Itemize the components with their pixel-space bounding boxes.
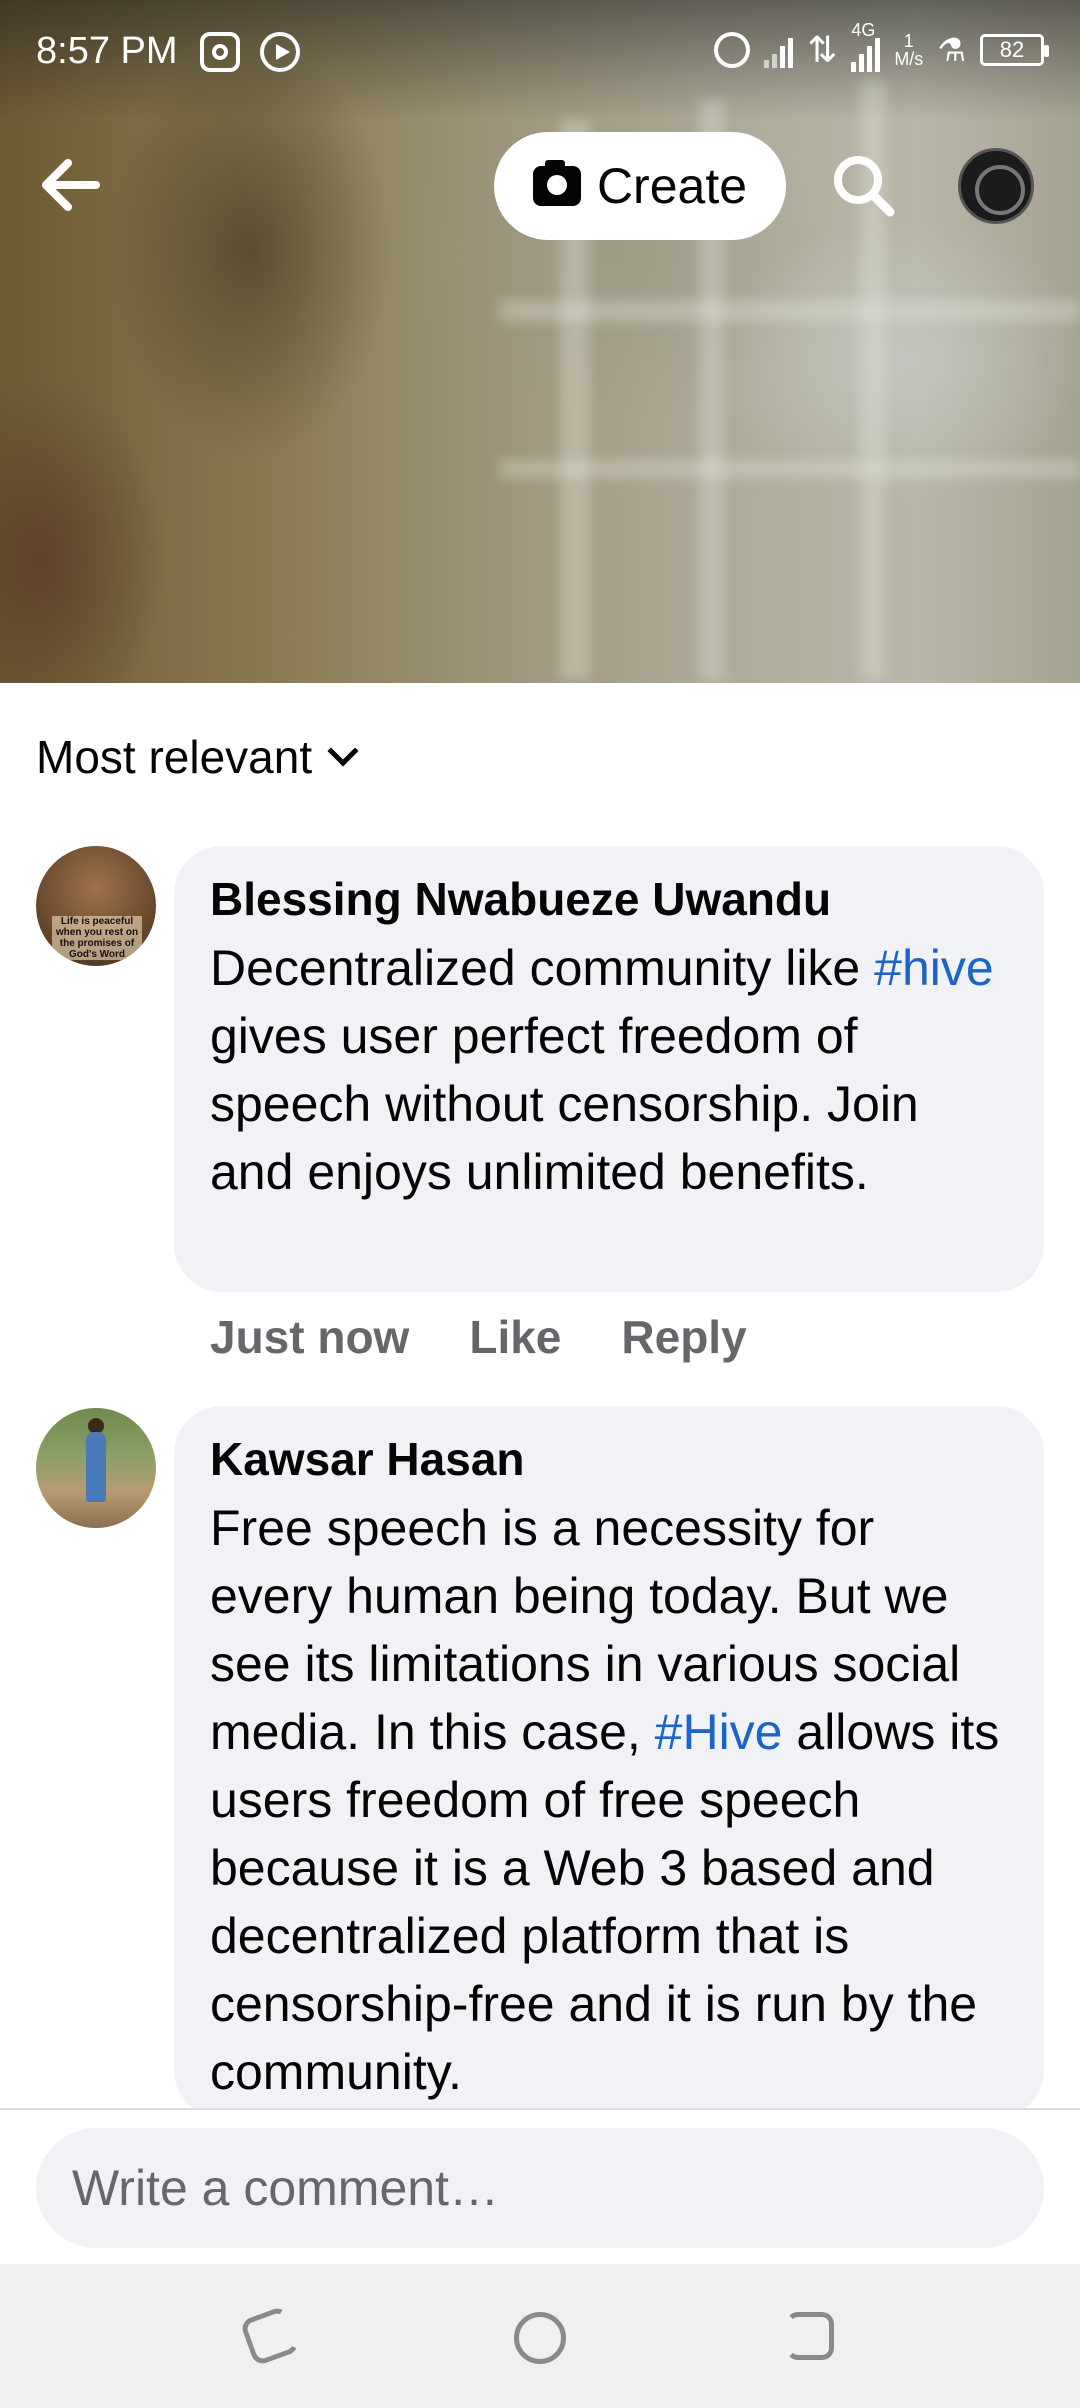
- flask-icon: ⚗: [937, 32, 966, 68]
- battery-level: 82: [999, 37, 1025, 62]
- comment-text-part: gives user perfect freedom of speech wit…: [210, 1008, 919, 1200]
- comment-bubble[interactable]: Blessing Nwabueze Uwandu Decentralized c…: [174, 846, 1044, 1292]
- back-button[interactable]: [36, 150, 106, 220]
- hashtag-link[interactable]: #hive: [874, 940, 994, 996]
- status-time: 8:57 PM: [36, 30, 178, 72]
- comment-text: Decentralized community like #hive gives…: [210, 934, 1008, 1206]
- reply-button[interactable]: Reply: [621, 1310, 746, 1364]
- avatar-caption: Life is peaceful when you rest on the pr…: [52, 916, 142, 960]
- comment-text-part: allows its users freedom of free speech …: [210, 1704, 1000, 2100]
- recents-icon[interactable]: [239, 2305, 301, 2367]
- like-button[interactable]: Like: [469, 1310, 561, 1364]
- back-arrow-icon: [42, 159, 100, 211]
- comment-text-part: Decentralized community like: [210, 940, 875, 996]
- camera-icon: [532, 160, 581, 206]
- hashtag-link[interactable]: #Hive: [655, 1704, 783, 1760]
- network-type: 4G: [851, 20, 876, 40]
- system-back-icon[interactable]: [786, 2312, 834, 2360]
- comment-actions: Just now Like Reply: [210, 1310, 747, 1364]
- commenter-avatar[interactable]: [36, 1408, 156, 1528]
- comment-author[interactable]: Kawsar Hasan: [210, 1432, 1008, 1486]
- sort-dropdown[interactable]: Most relevant: [36, 730, 359, 784]
- signal-4g-icon: 4G: [851, 20, 881, 72]
- instagram-icon: [200, 32, 240, 72]
- home-icon[interactable]: [514, 2312, 566, 2364]
- chevron-down-icon: [327, 735, 359, 767]
- commenter-avatar[interactable]: Life is peaceful when you rest on the pr…: [36, 846, 156, 966]
- comment-author[interactable]: Blessing Nwabueze Uwandu: [210, 872, 1008, 926]
- speed-unit: M/s: [894, 49, 924, 69]
- battery-icon: 82: [980, 34, 1049, 66]
- network-speed: 1 M/s: [894, 32, 923, 68]
- data-transfer-icon: ⇅: [807, 29, 838, 70]
- search-icon: [834, 156, 895, 217]
- signal-icon: [764, 32, 794, 68]
- comment-input[interactable]: Write a comment…: [36, 2128, 1044, 2248]
- status-bar: 8:57 PM ⇅ 4G 1 M/s ⚗ 82: [0, 0, 1080, 108]
- speed-value: 1: [903, 31, 914, 51]
- alarm-icon: [714, 32, 751, 68]
- profile-avatar[interactable]: [958, 148, 1034, 224]
- comment-composer-bar: Write a comment…: [0, 2108, 1080, 2264]
- create-button[interactable]: Create: [494, 132, 786, 240]
- play-icon: [260, 32, 300, 72]
- system-nav-bar: [0, 2264, 1080, 2408]
- comment-text: Free speech is a necessity for every hum…: [210, 1494, 1008, 2106]
- comment-timestamp: Just now: [210, 1311, 410, 1363]
- search-button[interactable]: [828, 150, 898, 220]
- sort-label: Most relevant: [36, 731, 313, 783]
- comment-bubble[interactable]: Kawsar Hasan Free speech is a necessity …: [174, 1406, 1044, 2118]
- create-label: Create: [596, 158, 748, 214]
- comment-input-placeholder: Write a comment…: [72, 2160, 499, 2216]
